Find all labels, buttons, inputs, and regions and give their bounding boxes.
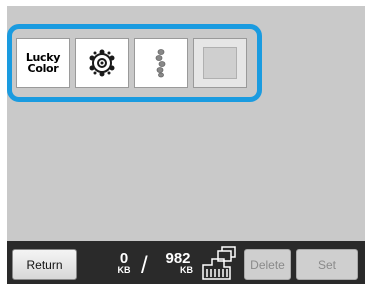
total-memory-value: 982 (165, 250, 191, 267)
used-memory-value: 0 (119, 250, 129, 267)
pattern-tile-blank[interactable] (193, 38, 247, 88)
pattern-tile-vertical[interactable] (134, 38, 188, 88)
embroidery-screen: Lucky Color Return 0 KB / 982 KB Delete … (7, 6, 365, 284)
vertical-stitch-icon (155, 49, 166, 78)
bottom-toolbar: Return 0 KB / 982 KB Delete Set (7, 241, 365, 284)
memory-separator: / (141, 252, 148, 279)
flower-lace-icon (89, 49, 115, 77)
delete-button[interactable]: Delete (244, 249, 291, 280)
lucky-label-line2: Color (27, 62, 59, 75)
return-button[interactable]: Return (12, 249, 77, 280)
pattern-selection-panel: Lucky Color (7, 24, 262, 102)
pattern-tile-lucky-color[interactable]: Lucky Color (16, 38, 70, 88)
total-memory: 982 KB (161, 251, 195, 275)
pattern-tile-row: Lucky Color (16, 38, 247, 88)
lucky-color-label: Lucky Color (26, 52, 61, 75)
blank-pattern-icon (203, 47, 237, 79)
sewing-machine-memory-icon (202, 246, 236, 280)
used-memory-unit: KB (117, 265, 131, 275)
total-memory-unit: KB (180, 265, 193, 275)
used-memory: 0 KB (111, 251, 137, 275)
pattern-tile-flower[interactable] (75, 38, 129, 88)
set-button[interactable]: Set (296, 249, 358, 280)
